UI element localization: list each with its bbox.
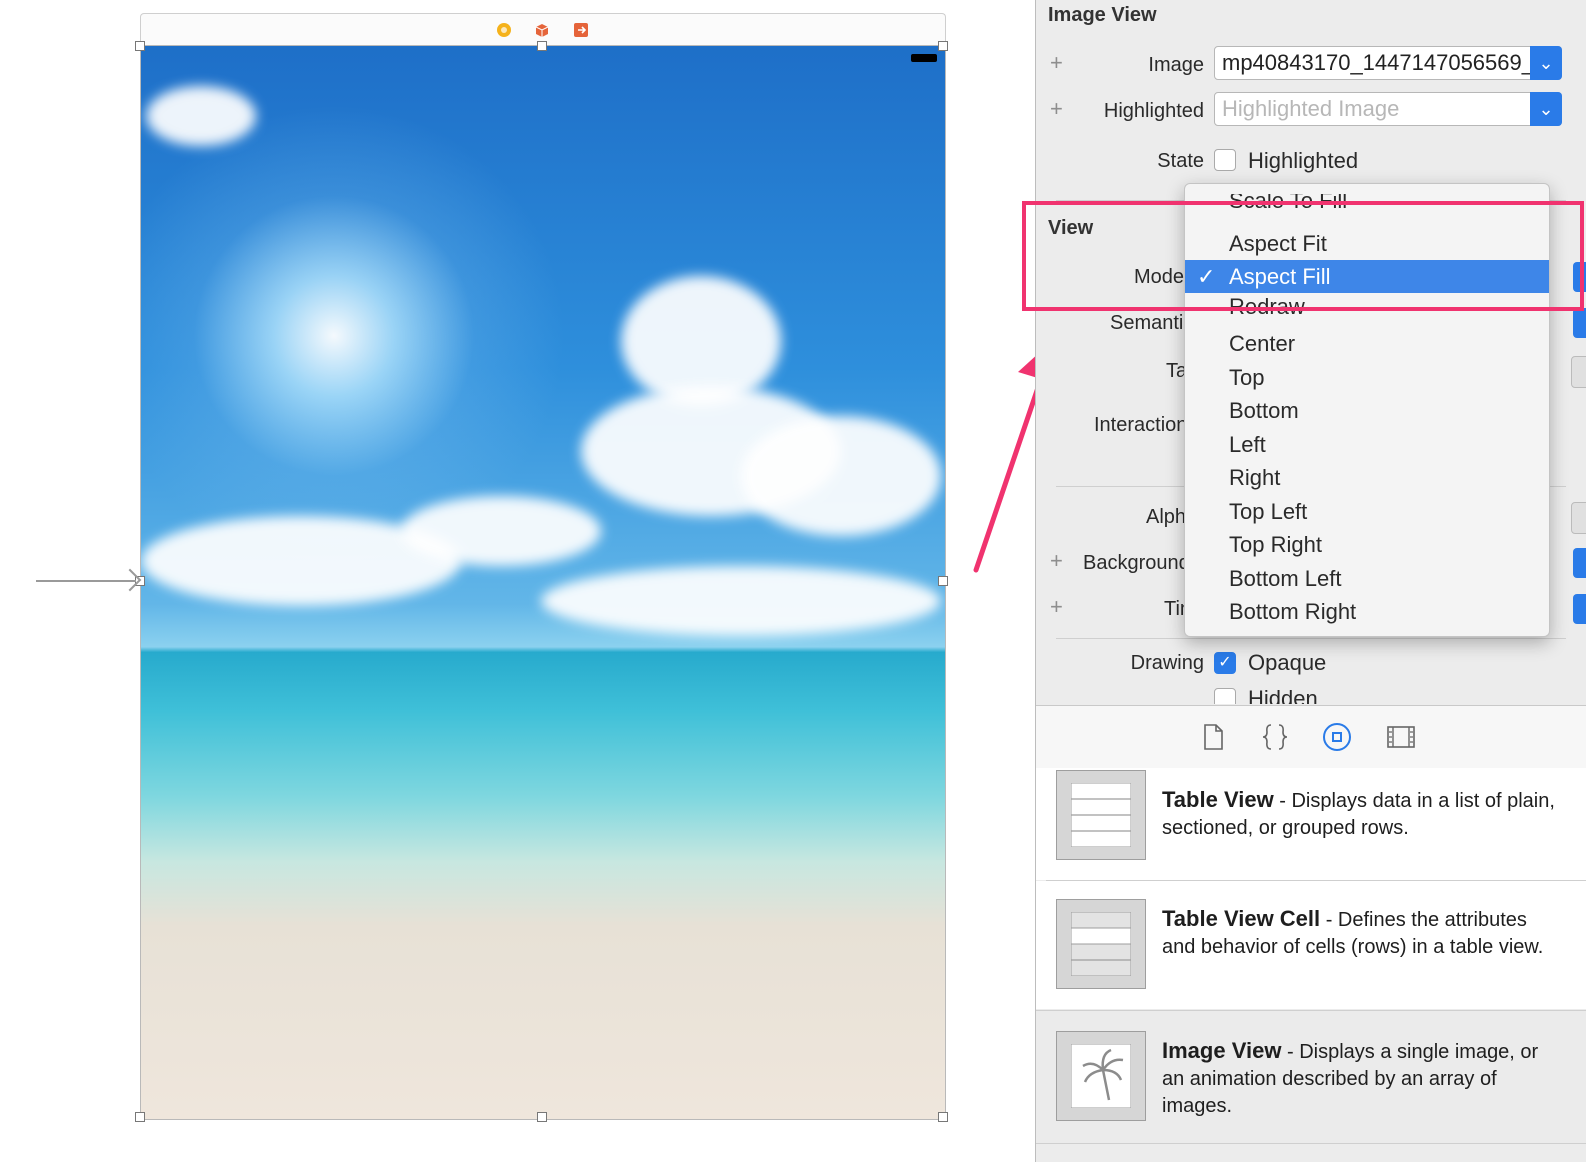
image-view-preview[interactable] — [140, 45, 946, 1120]
menu-item-aspect-fit[interactable]: Aspect Fit — [1185, 227, 1549, 260]
library-tab-bar — [1036, 705, 1586, 769]
chevron-down-icon[interactable]: ⌄ — [1530, 46, 1562, 80]
menu-item-bottom-right[interactable]: Bottom Right — [1185, 595, 1549, 628]
content-mode-menu[interactable]: Scale To Fill Aspect Fit ✓ Aspect Fill R… — [1184, 183, 1550, 637]
menu-item-scale-to-fill[interactable]: Scale To Fill — [1185, 194, 1549, 218]
image-view-thumbnail — [1056, 1031, 1146, 1121]
file-icon[interactable] — [1198, 722, 1228, 752]
semantic-label: Semantic — [1110, 312, 1184, 334]
view-controller-icon[interactable] — [496, 22, 512, 38]
view-section-title: View — [1048, 217, 1094, 239]
initial-view-controller-arrow[interactable] — [36, 580, 136, 582]
library-item-title: Table View Cell — [1162, 906, 1321, 931]
hidden-label: Hidden — [1248, 686, 1318, 704]
checkmark-icon: ✓ — [1197, 264, 1216, 289]
menu-item-redraw[interactable]: Redraw — [1185, 296, 1549, 318]
interaction-label: Interaction — [1094, 414, 1184, 436]
first-responder-icon[interactable] — [534, 22, 550, 38]
image-label: Image — [1148, 54, 1204, 76]
resize-handle[interactable] — [938, 41, 948, 51]
image-view-section-title: Image View — [1048, 4, 1157, 26]
menu-item-bottom[interactable]: Bottom — [1185, 394, 1549, 427]
highlighted-image-combo-field[interactable]: Highlighted Image — [1214, 92, 1562, 126]
add-variation-icon[interactable]: + — [1050, 594, 1063, 620]
content-mode-label: Mode — [1133, 266, 1184, 288]
highlighted-label: Highlighted — [1103, 100, 1204, 122]
resize-handle[interactable] — [938, 576, 948, 586]
menu-item-bottom-left[interactable]: Bottom Left — [1185, 562, 1549, 595]
tag-label: Tag — [1166, 360, 1184, 382]
storyboard-canvas — [0, 0, 1036, 1162]
library-item-title: Table View — [1162, 787, 1274, 812]
resize-handle[interactable] — [537, 1112, 547, 1122]
opaque-label: Opaque — [1248, 650, 1327, 675]
braces-icon[interactable] — [1260, 722, 1290, 752]
background-color-popup-edge[interactable] — [1573, 548, 1586, 578]
object-library-icon[interactable] — [1322, 722, 1352, 752]
highlighted-state-label: Highlighted — [1248, 148, 1359, 173]
menu-item-right[interactable]: Right — [1185, 461, 1549, 494]
content-mode-popup-edge[interactable] — [1573, 262, 1586, 292]
divider — [1056, 638, 1566, 639]
tint-color-popup-edge[interactable] — [1573, 594, 1586, 624]
menu-item-left[interactable]: Left — [1185, 428, 1549, 461]
resize-handle[interactable] — [135, 41, 145, 51]
background-label: Background — [1083, 552, 1184, 574]
resize-handle[interactable] — [537, 41, 547, 51]
chevron-down-icon[interactable]: ⌄ — [1530, 92, 1562, 126]
status-bar-battery — [911, 54, 937, 62]
library-item-image-view[interactable]: Image View - Displays a single image, or… — [1036, 1011, 1586, 1143]
resize-handle[interactable] — [938, 1112, 948, 1122]
divider — [1036, 1143, 1586, 1144]
resize-handle[interactable] — [135, 1112, 145, 1122]
library-item-title: Image View — [1162, 1038, 1282, 1063]
media-library-icon[interactable] — [1386, 722, 1416, 752]
tint-label: Tint — [1164, 598, 1184, 620]
highlighted-state-checkbox[interactable] — [1214, 149, 1236, 171]
add-variation-icon[interactable]: + — [1050, 548, 1063, 574]
add-variation-icon[interactable]: + — [1050, 50, 1063, 76]
library-item-table-view[interactable]: Table View - Displays data in a list of … — [1036, 768, 1586, 880]
menu-item-top-right[interactable]: Top Right — [1185, 528, 1549, 561]
table-view-thumbnail — [1056, 770, 1146, 860]
menu-item-top-left[interactable]: Top Left — [1185, 495, 1549, 528]
menu-item-top[interactable]: Top — [1185, 361, 1549, 394]
exit-icon[interactable] — [573, 22, 589, 38]
image-combo-field[interactable]: mp40843170_1447147056569_6 — [1214, 46, 1562, 80]
hidden-checkbox[interactable] — [1214, 688, 1236, 704]
alpha-stepper[interactable] — [1571, 502, 1586, 534]
menu-item-aspect-fill[interactable]: ✓ Aspect Fill — [1185, 260, 1549, 293]
alpha-label: Alpha — [1146, 506, 1184, 528]
tag-stepper[interactable] — [1571, 356, 1586, 388]
drawing-label: Drawing — [1130, 652, 1204, 674]
state-label: State — [1157, 150, 1204, 172]
add-variation-icon[interactable]: + — [1050, 96, 1063, 122]
opaque-checkbox[interactable]: ✓ — [1214, 652, 1236, 674]
library-item-table-view-cell[interactable]: Table View Cell - Defines the attributes… — [1036, 881, 1586, 1009]
semantic-popup-edge[interactable] — [1573, 308, 1586, 338]
menu-item-center[interactable]: Center — [1185, 327, 1549, 360]
table-view-cell-thumbnail — [1056, 899, 1146, 989]
